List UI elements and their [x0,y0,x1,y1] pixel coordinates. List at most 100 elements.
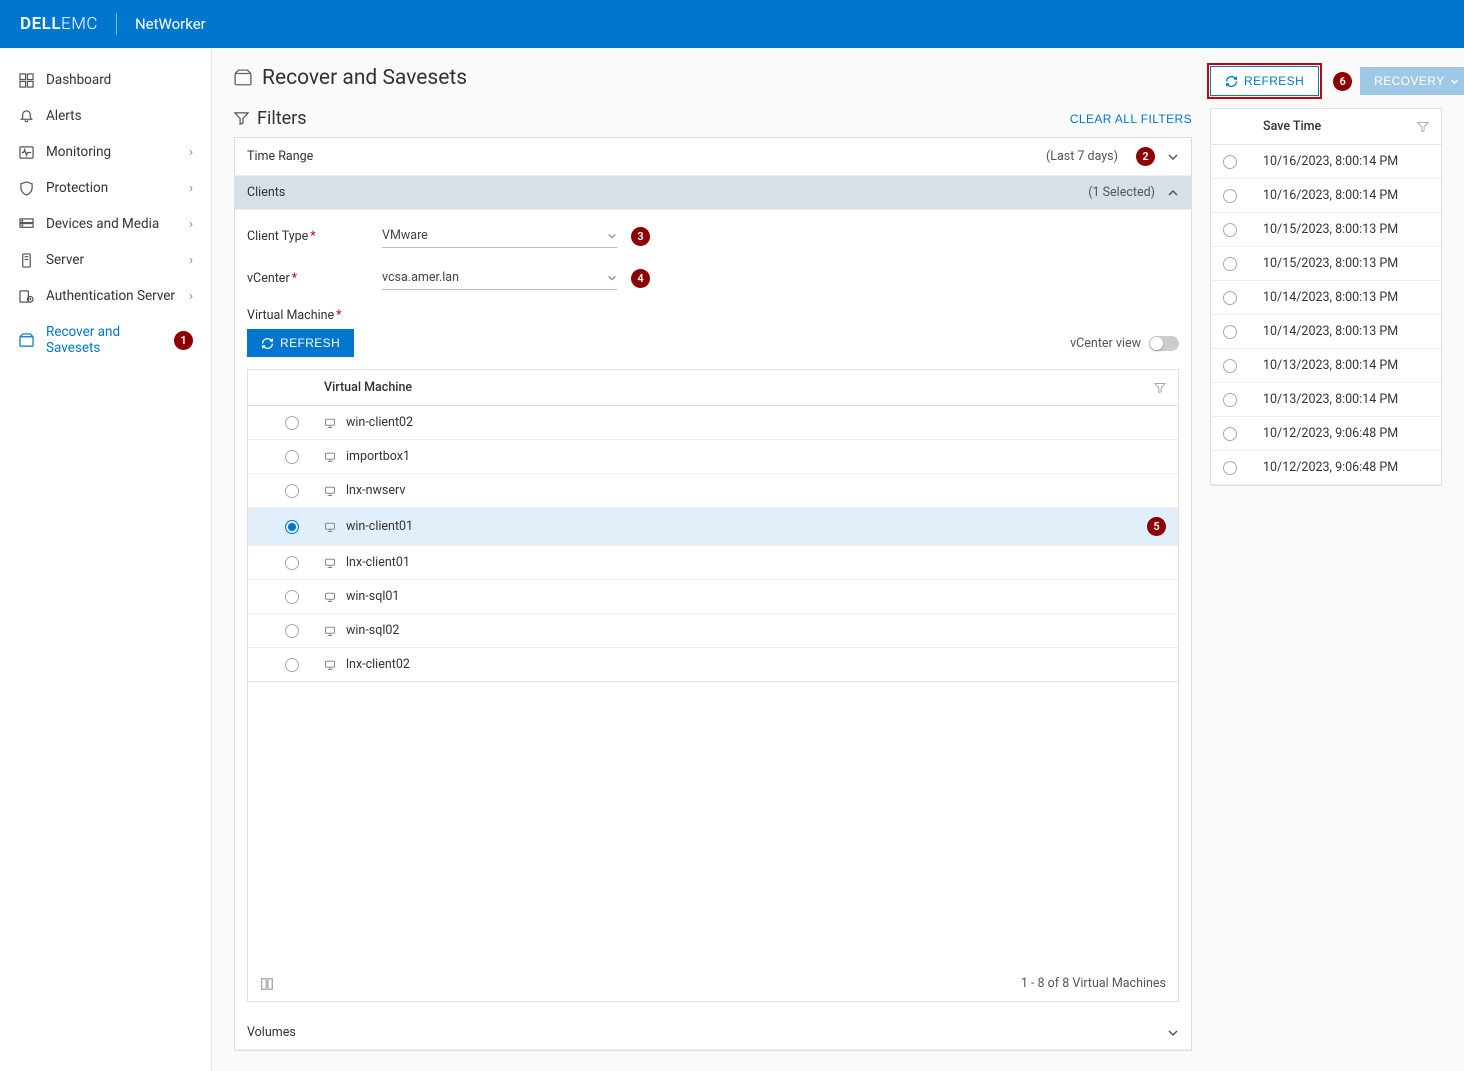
client-type-label: Client Type* [247,229,382,244]
table-row[interactable]: 10/14/2023, 8:00:13 PM [1211,315,1441,349]
vm-radio[interactable] [285,556,299,570]
vm-name: lnx-client02 [346,657,1166,672]
callout-3: 3 [631,227,650,246]
filter-clients-summary: (1 Selected) [1088,185,1155,200]
save-radio[interactable] [1223,155,1237,169]
filter-clients-head[interactable]: Clients (1 Selected) [235,176,1191,210]
vm-radio[interactable] [285,590,299,604]
column-selector-icon[interactable] [260,977,274,991]
save-radio[interactable] [1223,325,1237,339]
save-radio[interactable] [1223,189,1237,203]
save-time-value: 10/14/2023, 8:00:13 PM [1263,324,1429,339]
vm-radio[interactable] [285,624,299,638]
save-radio[interactable] [1223,461,1237,475]
refresh-vm-button[interactable]: REFRESH [247,329,354,357]
vcenter-view-toggle[interactable] [1149,336,1179,351]
chevron-down-icon [607,231,617,241]
vm-radio[interactable] [285,484,299,498]
vcenter-select[interactable]: vcsa.amer.lan [382,266,617,290]
brand-emc: EMC [61,14,98,34]
sidebar-item-dashboard[interactable]: Dashboard [0,62,211,98]
table-row[interactable]: lnx-nwserv [248,474,1178,508]
server-icon [18,252,34,268]
save-time-column-header: Save Time [1263,119,1417,134]
save-radio[interactable] [1223,223,1237,237]
clear-all-filters-button[interactable]: CLEAR ALL FILTERS [1070,112,1192,126]
save-radio[interactable] [1223,359,1237,373]
filter-section-label: Clients [247,185,285,200]
chevron-right-icon: › [189,145,193,160]
filter-icon[interactable] [1417,121,1429,133]
pulse-icon [18,144,34,160]
vm-name: lnx-client01 [346,555,1166,570]
save-radio[interactable] [1223,257,1237,271]
table-row[interactable]: win-sql01 [248,580,1178,614]
table-row[interactable]: 10/13/2023, 8:00:14 PM [1211,349,1441,383]
recovery-button[interactable]: RECOVERY [1360,67,1464,95]
table-row[interactable]: 10/12/2023, 9:06:48 PM [1211,451,1441,485]
table-row[interactable]: 10/13/2023, 8:00:14 PM [1211,383,1441,417]
sidebar-item-label: Devices and Media [46,216,159,232]
table-row[interactable]: win-client02 [248,406,1178,440]
vm-name: lnx-nwserv [346,483,1166,498]
save-radio[interactable] [1223,393,1237,407]
save-time-value: 10/15/2023, 8:00:13 PM [1263,256,1429,271]
sidebar-item-protection[interactable]: Protection › [0,170,211,206]
vm-radio[interactable] [285,450,299,464]
client-type-select[interactable]: VMware [382,224,617,248]
sidebar-item-devices[interactable]: Devices and Media › [0,206,211,242]
chevron-down-icon [607,273,617,283]
vm-name: importbox1 [346,449,1166,464]
table-row[interactable]: lnx-client02 [248,648,1178,681]
save-time-table: Save Time 10/16/2023, 8:00:14 PM 10/16/2… [1210,108,1442,486]
table-row[interactable]: win-sql02 [248,614,1178,648]
vm-name: win-client01 [346,519,1141,534]
topbar: DELLEMC NetWorker [0,0,1464,48]
filter-icon[interactable] [1154,382,1166,394]
callout-6: 6 [1333,72,1352,91]
vm-radio[interactable] [285,520,299,534]
vm-icon [324,591,346,603]
vm-icon [324,659,346,671]
vm-name: win-sql02 [346,623,1166,638]
sidebar-item-label: Server [46,252,84,268]
brand-divider [116,13,117,35]
sidebar-item-auth[interactable]: Authentication Server › [0,278,211,314]
vm-column-header: Virtual Machine [324,380,1154,395]
chevron-right-icon: › [189,289,193,304]
table-row[interactable]: win-client01 5 [248,508,1178,546]
refresh-button[interactable]: REFRESH [1210,66,1319,96]
vm-icon [324,451,346,463]
filters-heading: Filters [234,108,307,129]
sidebar-item-monitoring[interactable]: Monitoring › [0,134,211,170]
save-radio[interactable] [1223,427,1237,441]
vm-radio[interactable] [285,416,299,430]
chevron-up-icon [1167,187,1179,199]
vcenter-view-label: vCenter view [1070,336,1141,351]
table-row[interactable]: lnx-client01 [248,546,1178,580]
table-row[interactable]: 10/16/2023, 8:00:14 PM [1211,179,1441,213]
table-row[interactable]: 10/16/2023, 8:00:14 PM [1211,145,1441,179]
sidebar-item-alerts[interactable]: Alerts [0,98,211,134]
recover-icon [234,69,252,87]
table-row[interactable]: importbox1 [248,440,1178,474]
save-time-value: 10/12/2023, 9:06:48 PM [1263,426,1429,441]
sidebar-item-server[interactable]: Server › [0,242,211,278]
table-row[interactable]: 10/14/2023, 8:00:13 PM [1211,281,1441,315]
chevron-right-icon: › [189,253,193,268]
chevron-down-icon [1450,77,1459,86]
filter-icon [234,111,249,126]
table-row[interactable]: 10/15/2023, 8:00:13 PM [1211,247,1441,281]
filter-time-range-head[interactable]: Time Range (Last 7 days) 2 [235,138,1191,176]
shield-icon [18,180,34,196]
save-radio[interactable] [1223,291,1237,305]
vm-radio[interactable] [285,658,299,672]
callout-1: 1 [174,331,193,350]
auth-server-icon [18,288,34,304]
brand-logo: DELLEMC [20,14,98,34]
sidebar-item-label: Recover and Savesets [46,324,168,356]
sidebar-item-recover[interactable]: Recover and Savesets 1 [0,314,211,366]
filter-volumes-head[interactable]: Volumes [235,1016,1191,1050]
table-row[interactable]: 10/15/2023, 8:00:13 PM [1211,213,1441,247]
table-row[interactable]: 10/12/2023, 9:06:48 PM [1211,417,1441,451]
